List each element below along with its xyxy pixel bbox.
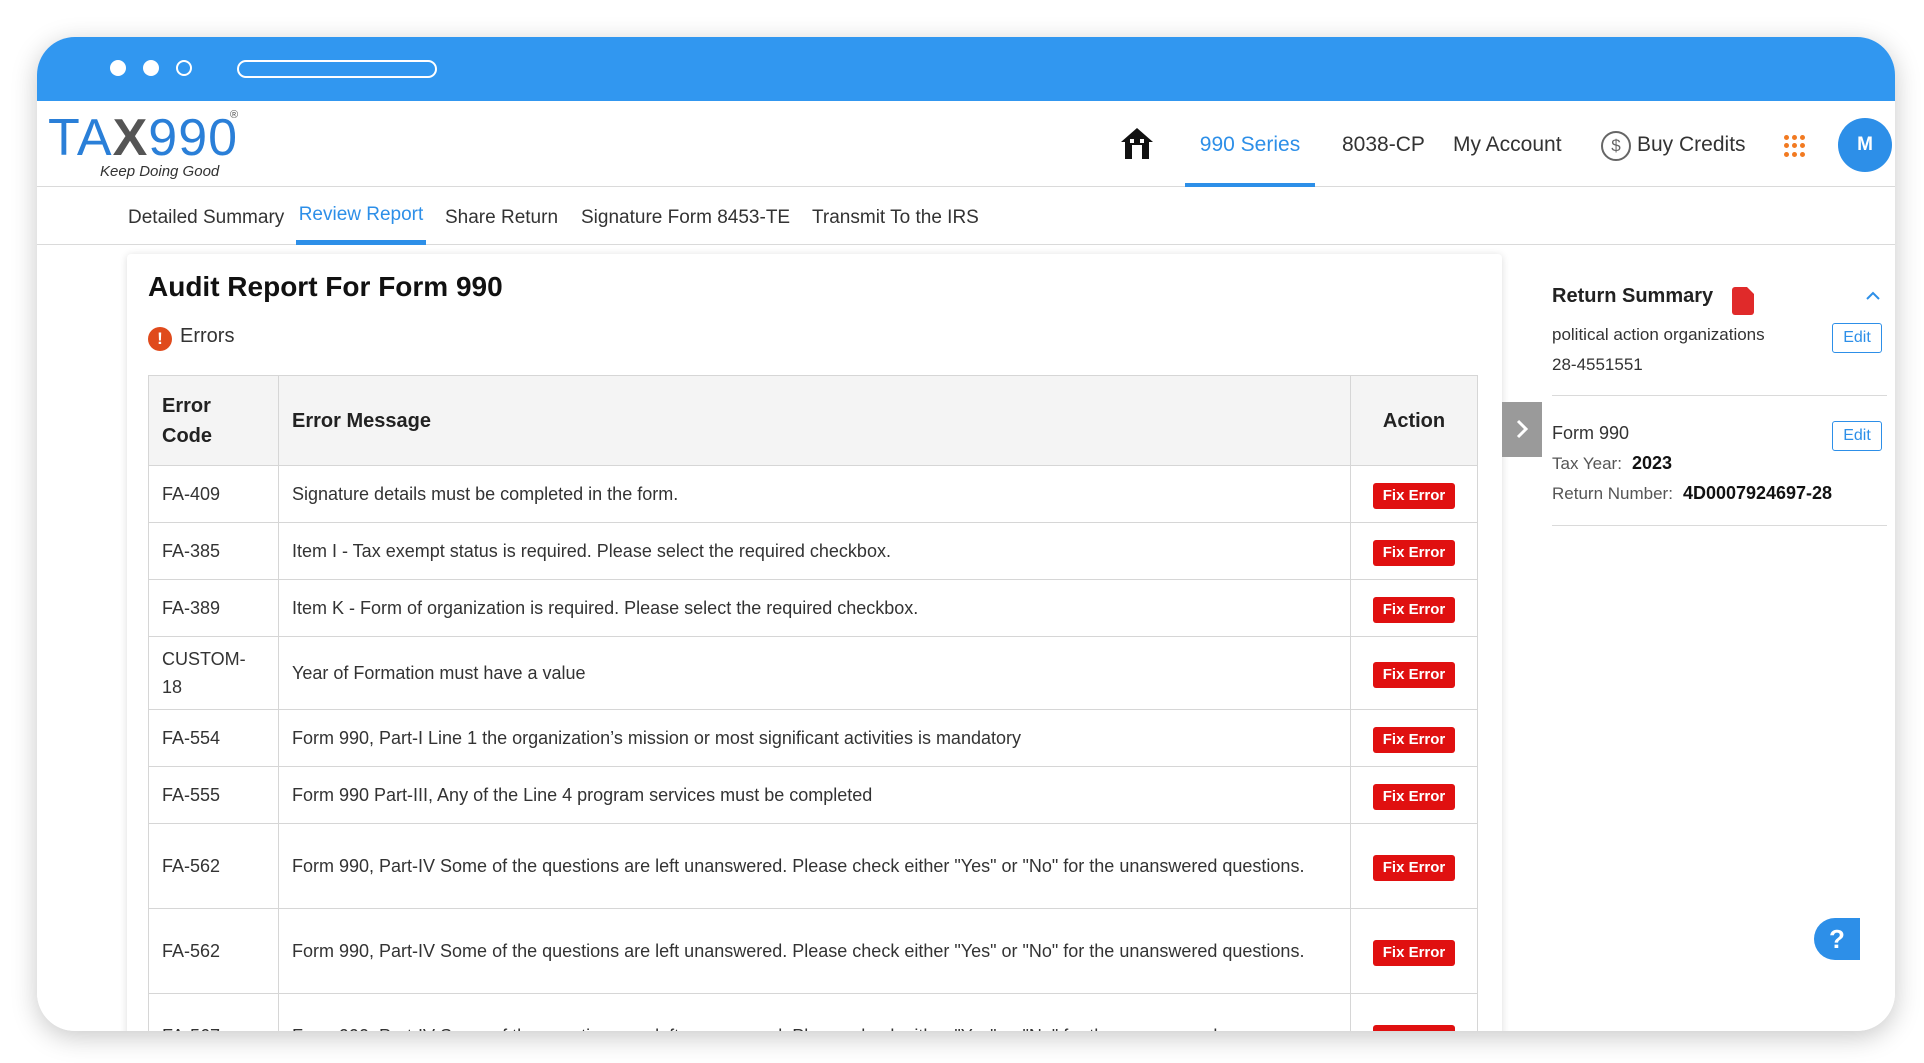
column-header-code: Error Code — [148, 375, 279, 466]
return-steps-nav: Detailed Summary Review Report Share Ret… — [37, 187, 1895, 245]
help-button[interactable]: ? — [1814, 918, 1860, 960]
apps-grid-icon[interactable] — [1784, 135, 1806, 157]
error-message: Form 990, Part-I Line 1 the organization… — [278, 709, 1351, 767]
nav-buy-credits[interactable]: Buy Credits — [1637, 101, 1746, 187]
form-name: Form 990 — [1552, 423, 1630, 443]
error-table: Error Code Error Message Action FA-409 S… — [148, 375, 1478, 1031]
fix-error-button[interactable]: Fix Error — [1372, 482, 1456, 509]
error-code: FA-562 — [148, 908, 279, 994]
table-row: FA-554 Form 990, Part-I Line 1 the organ… — [148, 709, 1478, 767]
column-header-message: Error Message — [278, 375, 1351, 466]
tax-year-row: Tax Year: 2023 — [1552, 453, 1672, 474]
error-message: Item I - Tax exempt status is required. … — [278, 522, 1351, 580]
table-row: FA-555 Form 990 Part-III, Any of the Lin… — [148, 766, 1478, 824]
tab-signature-form[interactable]: Signature Form 8453-TE — [581, 187, 790, 245]
tab-share-return[interactable]: Share Return — [445, 187, 558, 245]
fix-error-button[interactable]: Fix Error — [1372, 783, 1456, 810]
user-avatar[interactable]: M — [1838, 118, 1892, 172]
table-header-row: Error Code Error Message Action — [148, 375, 1478, 466]
window-minimize-dot[interactable] — [143, 60, 159, 76]
error-message: Item K - Form of organization is require… — [278, 579, 1351, 637]
column-header-action: Action — [1350, 375, 1478, 466]
divider — [1552, 525, 1887, 526]
organization-name: political action organizations — [1552, 325, 1765, 344]
error-code: FA-567 — [148, 993, 279, 1031]
tab-detailed-summary[interactable]: Detailed Summary — [128, 187, 284, 245]
table-row: FA-567 Form 990, Part-IV Some of the que… — [148, 993, 1478, 1031]
tax-year-value: 2023 — [1631, 453, 1672, 473]
error-message: Signature details must be completed in t… — [278, 465, 1351, 523]
return-summary-title: Return Summary — [1552, 285, 1714, 307]
error-code: CUSTOM-18 — [148, 636, 279, 710]
browser-window: TAX990 ® Keep Doing Good 990 Series 8038… — [37, 37, 1895, 1031]
divider — [1552, 395, 1887, 396]
fix-error-button[interactable]: Fix Error — [1372, 939, 1456, 966]
error-code: FA-554 — [148, 709, 279, 767]
error-code: FA-555 — [148, 766, 279, 824]
error-code: FA-562 — [148, 823, 279, 909]
table-row: FA-562 Form 990, Part-IV Some of the que… — [148, 823, 1478, 909]
browser-titlebar — [37, 37, 1895, 101]
table-row: FA-389 Item K - Form of organization is … — [148, 579, 1478, 637]
fix-error-button[interactable]: Fix Error — [1372, 661, 1456, 688]
app-header: TAX990 ® Keep Doing Good 990 Series 8038… — [37, 101, 1895, 187]
error-message: Year of Formation must have a value — [278, 636, 1351, 710]
pdf-icon[interactable] — [1732, 287, 1754, 315]
error-code: FA-385 — [148, 522, 279, 580]
error-code: FA-389 — [148, 579, 279, 637]
error-message: Form 990, Part-IV Some of the questions … — [278, 823, 1351, 909]
fix-error-button[interactable]: Fix Error — [1372, 854, 1456, 881]
table-row: FA-409 Signature details must be complet… — [148, 465, 1478, 523]
fix-error-button[interactable]: Fix Error — [1372, 596, 1456, 623]
page-title: Audit Report For Form 990 — [148, 271, 503, 302]
nav-my-account[interactable]: My Account — [1453, 101, 1562, 187]
top-navigation: 990 Series 8038-CP My Account $ Buy Cred… — [37, 101, 1895, 187]
home-icon[interactable] — [1117, 123, 1157, 163]
error-alert-icon: ! — [148, 327, 172, 351]
chevron-up-icon[interactable] — [1864, 289, 1882, 303]
fix-error-button[interactable]: Fix Error — [1372, 726, 1456, 753]
error-message: Form 990 Part-III, Any of the Line 4 pro… — [278, 766, 1351, 824]
tab-review-report[interactable]: Review Report — [296, 187, 426, 245]
nav-8038-cp[interactable]: 8038-CP — [1342, 101, 1425, 187]
edit-organization-button[interactable]: Edit — [1832, 323, 1882, 353]
collapse-panel-button[interactable] — [1502, 402, 1542, 457]
table-row: CUSTOM-18 Year of Formation must have a … — [148, 636, 1478, 710]
dollar-coin-icon: $ — [1601, 131, 1631, 161]
error-message: Form 990, Part-IV Some of the questions … — [278, 908, 1351, 994]
tax-year-label: Tax Year: — [1552, 454, 1622, 473]
return-number-value: 4D0007924697-28 — [1682, 483, 1833, 503]
fix-error-button[interactable]: Fix Error — [1372, 539, 1456, 566]
window-close-dot[interactable] — [110, 60, 126, 76]
main-content: Audit Report For Form 990 ! Errors Error… — [37, 245, 1895, 1031]
audit-report-card: Audit Report For Form 990 ! Errors Error… — [127, 254, 1502, 1031]
nav-990-series[interactable]: 990 Series — [1185, 101, 1315, 187]
organization-ein: 28-4551551 — [1552, 355, 1643, 374]
errors-label: Errors — [180, 325, 235, 347]
table-row: FA-562 Form 990, Part-IV Some of the que… — [148, 908, 1478, 994]
error-message: Form 990, Part-IV Some of the questions … — [278, 993, 1351, 1031]
window-maximize-dot[interactable] — [176, 60, 192, 76]
edit-form-button[interactable]: Edit — [1832, 421, 1882, 451]
tab-transmit-irs[interactable]: Transmit To the IRS — [812, 187, 979, 245]
table-row: FA-385 Item I - Tax exempt status is req… — [148, 522, 1478, 580]
chevron-right-icon — [1516, 419, 1529, 439]
return-number-row: Return Number: 4D0007924697-28 — [1552, 483, 1832, 504]
return-number-label: Return Number: — [1552, 484, 1673, 503]
address-bar[interactable] — [237, 60, 437, 78]
error-code: FA-409 — [148, 465, 279, 523]
fix-error-button[interactable]: Fix Error — [1372, 1024, 1456, 1031]
